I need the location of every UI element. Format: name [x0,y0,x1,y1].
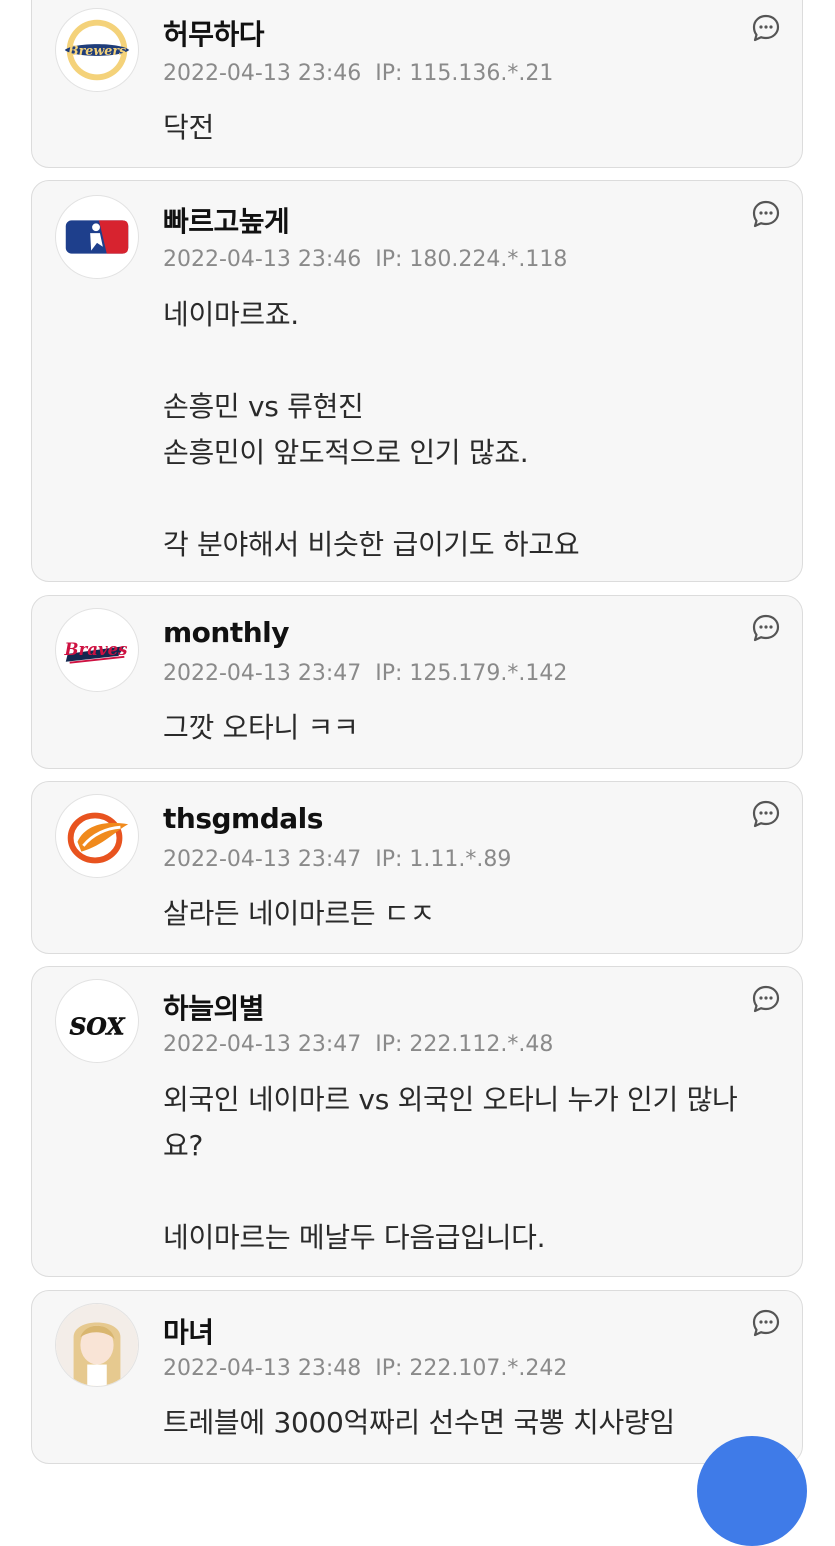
comment-meta: 2022-04-13 23:46 IP: 180.224.*.118 [163,247,567,272]
comment-card: 마녀 2022-04-13 23:48 IP: 222.107.*.242 트레… [31,1290,803,1464]
comment-text: 닥전 [163,111,214,144]
comment-ip: IP: 222.107.*.242 [375,1356,568,1381]
comment-bubble-icon[interactable] [751,1308,781,1338]
comment-text: 네이마르죠. 손흥민 vs 류현진 손흥민이 앞도적으로 인기 많죠. 각 분야… [163,298,580,561]
comment-text: 트레블에 3000억짜리 선수면 국뽕 치사량임 [163,1406,675,1439]
avatar[interactable] [55,1303,139,1387]
comment-meta: 2022-04-13 23:48 IP: 222.107.*.242 [163,1356,567,1381]
comment-card: Braves monthly 2022-04-13 23:47 IP: 125.… [31,595,803,769]
comment-datetime: 2022-04-13 23:47 [163,661,362,686]
svg-text:SOX: SOX [69,1013,125,1041]
comment-datetime: 2022-04-13 23:46 [163,247,362,272]
comment-ip: IP: 125.179.*.142 [375,661,568,686]
comment-datetime: 2022-04-13 23:46 [163,61,362,86]
comment-text: 그깟 오타니 ㅋㅋ [163,711,359,744]
comment-text: 살라든 네이마르든 ㄷㅈ [163,897,435,930]
comment-datetime: 2022-04-13 23:48 [163,1356,362,1381]
svg-text:Braves: Braves [64,639,128,659]
avatar[interactable]: SOX [55,979,139,1063]
comment-meta: 2022-04-13 23:47 IP: 222.112.*.48 [163,1032,553,1057]
comment-nickname[interactable]: 허무하다 [163,13,265,53]
avatar[interactable] [55,195,139,279]
comment-text: 외국인 네이마르 vs 외국인 오타니 누가 인기 많나요? 네이마르는 메날두… [163,1083,738,1254]
comment-nickname[interactable]: thsgmdals [163,802,323,835]
comment-bubble-icon[interactable] [751,13,781,43]
comment-datetime: 2022-04-13 23:47 [163,847,362,872]
avatar[interactable]: Brewers [55,8,139,92]
comment-meta: 2022-04-13 23:46 IP: 115.136.*.21 [163,61,553,86]
comment-ip: IP: 222.112.*.48 [375,1032,554,1057]
comment-meta: 2022-04-13 23:47 IP: 1.11.*.89 [163,847,511,872]
comment-ip: IP: 115.136.*.21 [375,61,554,86]
avatar[interactable] [55,794,139,878]
comment-bubble-icon[interactable] [751,613,781,643]
comment-nickname[interactable]: 하늘의별 [163,987,265,1027]
comment-nickname[interactable]: 마녀 [163,1311,214,1351]
comment-bubble-icon[interactable] [751,199,781,229]
comment-ip: IP: 180.224.*.118 [375,247,568,272]
comment-card: SOX 하늘의별 2022-04-13 23:47 IP: 222.112.*.… [31,966,803,1277]
comment-bubble-icon[interactable] [751,799,781,829]
comment-card: 빠르고높게 2022-04-13 23:46 IP: 180.224.*.118… [31,180,803,582]
comment-meta: 2022-04-13 23:47 IP: 125.179.*.142 [163,661,567,686]
avatar[interactable]: Braves [55,608,139,692]
floating-action-button[interactable] [697,1436,807,1546]
comment-bubble-icon[interactable] [751,984,781,1014]
comment-card: thsgmdals 2022-04-13 23:47 IP: 1.11.*.89… [31,781,803,954]
svg-text:Brewers: Brewers [67,43,126,58]
comment-nickname[interactable]: 빠르고높게 [163,200,290,240]
comment-ip: IP: 1.11.*.89 [375,847,512,872]
comment-card: Brewers 허무하다 2022-04-13 23:46 IP: 115.13… [31,0,803,168]
comment-nickname[interactable]: monthly [163,616,290,649]
comment-datetime: 2022-04-13 23:47 [163,1032,362,1057]
